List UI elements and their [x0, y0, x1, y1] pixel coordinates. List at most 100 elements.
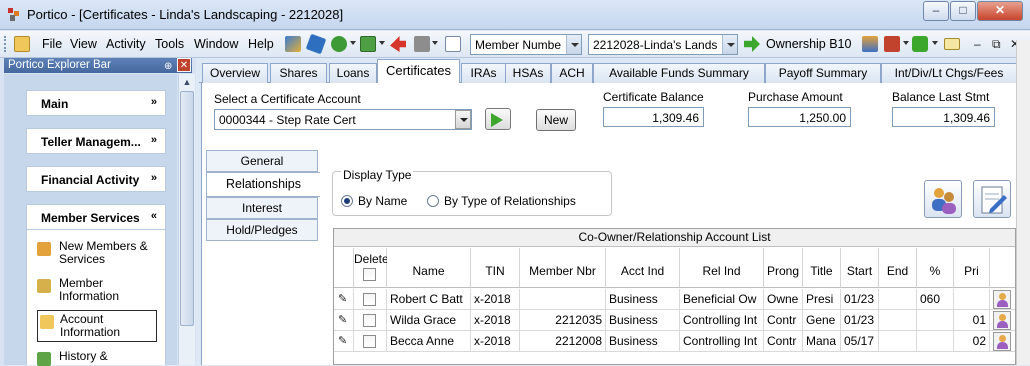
cash-drawer-dropdown-icon[interactable] — [379, 41, 385, 45]
person-icon[interactable] — [993, 290, 1011, 309]
cell-member-nbr[interactable]: 2212008 — [520, 331, 606, 352]
chevron-down-icon[interactable] — [455, 110, 471, 129]
tab-payoff-summary[interactable]: Payoff Summary — [765, 63, 881, 83]
header-title[interactable]: Title — [803, 248, 841, 288]
header-pri[interactable]: Pri — [954, 248, 990, 288]
add-relationship-button[interactable] — [924, 180, 962, 218]
header-percent[interactable]: % — [917, 248, 954, 288]
header-rel-ind[interactable]: Rel Ind — [680, 248, 764, 288]
printer-icon[interactable] — [414, 36, 430, 52]
mdi-minimize-button[interactable]: – — [974, 37, 981, 51]
chevron-down-icon[interactable]: » — [151, 172, 157, 184]
tab-int-div-fees[interactable]: Int/Div/Lt Chgs/Fees — [881, 63, 1017, 83]
side-tab-interest[interactable]: Interest — [206, 197, 318, 219]
person-icon[interactable] — [993, 332, 1011, 351]
pin-icon[interactable]: ⊕ — [164, 59, 176, 72]
explorer-scrollbar[interactable]: ▲ — [178, 74, 195, 365]
chevron-down-icon[interactable]: » — [151, 96, 157, 108]
link-history[interactable]: History & — [37, 350, 161, 366]
chevron-down-icon[interactable] — [566, 35, 581, 54]
certificate-account-select[interactable]: 0000344 - Step Rate Cert — [214, 109, 472, 130]
cash-drawer-icon[interactable] — [360, 36, 376, 52]
search-type-select[interactable]: Member Numbe — [470, 34, 582, 55]
link-member-information[interactable]: Member Information — [37, 277, 161, 305]
cell-percent[interactable] — [917, 331, 954, 352]
delete-checkbox[interactable] — [363, 293, 376, 306]
header-prong[interactable]: Prong — [764, 248, 803, 288]
minimize-button[interactable]: – — [923, 1, 949, 21]
explorer-section-member-services[interactable]: Member Services « — [26, 204, 166, 230]
cell-prong[interactable]: Owne — [764, 289, 803, 310]
calculator-icon[interactable] — [285, 36, 301, 52]
link-new-members[interactable]: New Members & Services — [37, 240, 161, 268]
side-tab-general[interactable]: General — [206, 150, 318, 172]
cell-tin[interactable]: x-2018 — [471, 310, 520, 331]
bottle-icon[interactable] — [912, 36, 928, 52]
cell-acct-ind[interactable]: Business — [606, 289, 680, 310]
scroll-up-icon[interactable]: ▲ — [179, 74, 195, 90]
main-scrollbar[interactable] — [1016, 40, 1030, 365]
cell-member-nbr[interactable]: 2212035 — [520, 310, 606, 331]
ownership-label[interactable]: Ownership B10 — [766, 37, 851, 51]
header-start[interactable]: Start — [841, 248, 879, 288]
cell-acct-ind[interactable]: Business — [606, 310, 680, 331]
cell-end[interactable] — [879, 310, 917, 331]
cell-end[interactable] — [879, 289, 917, 310]
mail-icon[interactable] — [944, 38, 960, 50]
cell-prong[interactable]: Contr — [764, 331, 803, 352]
delete-checkbox[interactable] — [363, 335, 376, 348]
cell-rel-ind[interactable]: Controlling Int — [680, 331, 764, 352]
cell-rel-ind[interactable]: Beneficial Ow — [680, 289, 764, 310]
close-explorer-icon[interactable]: ✕ — [177, 58, 191, 72]
edit-relationship-button[interactable] — [973, 180, 1011, 218]
cell-rel-ind[interactable]: Controlling Int — [680, 310, 764, 331]
side-tab-hold-pledges[interactable]: Hold/Pledges — [206, 219, 318, 241]
people-icon[interactable] — [862, 36, 878, 52]
header-member-nbr[interactable]: Member Nbr — [520, 248, 606, 288]
transfer-arrow-icon[interactable] — [390, 36, 406, 52]
link-account-information[interactable]: Account Information — [37, 310, 157, 342]
side-tab-relationships[interactable]: Relationships — [206, 172, 320, 197]
delete-checkbox[interactable] — [363, 314, 376, 327]
menu-window[interactable]: Window — [194, 37, 238, 51]
person-icon[interactable] — [993, 311, 1011, 330]
cell-prong[interactable]: Contr — [764, 310, 803, 331]
cell-title[interactable]: Presi — [803, 289, 841, 310]
explorer-section-teller[interactable]: Teller Managem... » — [26, 128, 166, 154]
cell-percent[interactable]: 060 — [917, 289, 954, 310]
money-icon[interactable] — [331, 36, 347, 52]
member-action-dropdown-icon[interactable] — [903, 41, 909, 45]
go-button[interactable] — [485, 108, 511, 130]
cell-end[interactable] — [879, 331, 917, 352]
cell-tin[interactable]: x-2018 — [471, 289, 520, 310]
tab-certificates[interactable]: Certificates — [377, 59, 460, 84]
member-select[interactable]: 2212028-Linda's Lands — [588, 34, 738, 55]
cell-start[interactable]: 01/23 — [841, 310, 879, 331]
member-action-icon[interactable] — [884, 36, 900, 52]
close-window-button[interactable]: ✕ — [977, 1, 1023, 21]
menu-help[interactable]: Help — [248, 37, 274, 51]
bottle-dropdown-icon[interactable] — [932, 41, 938, 45]
go-arrow-icon[interactable] — [744, 36, 760, 52]
tab-available-funds[interactable]: Available Funds Summary — [593, 63, 765, 83]
tab-ach[interactable]: ACH — [551, 63, 593, 83]
delete-all-checkbox[interactable] — [363, 268, 376, 281]
cell-name[interactable]: Becca Anne — [387, 331, 471, 352]
new-certificate-button[interactable]: New — [536, 109, 576, 131]
cell-name[interactable]: Wilda Grace — [387, 310, 471, 331]
cell-percent[interactable] — [917, 310, 954, 331]
tab-shares[interactable]: Shares — [270, 63, 327, 83]
chevron-down-icon[interactable]: » — [151, 134, 157, 146]
header-acct-ind[interactable]: Acct Ind — [606, 248, 680, 288]
explorer-section-main[interactable]: Main » — [26, 90, 166, 116]
tag-icon[interactable] — [305, 33, 327, 55]
cell-pri[interactable] — [954, 289, 990, 310]
menu-tools[interactable]: Tools — [155, 37, 184, 51]
document-icon[interactable] — [445, 36, 461, 52]
header-end[interactable]: End — [879, 248, 917, 288]
cell-title[interactable]: Mana — [803, 331, 841, 352]
cell-start[interactable]: 05/17 — [841, 331, 879, 352]
explorer-section-financial[interactable]: Financial Activity » — [26, 166, 166, 192]
printer-dropdown-icon[interactable] — [432, 41, 438, 45]
tab-loans[interactable]: Loans — [329, 63, 377, 83]
